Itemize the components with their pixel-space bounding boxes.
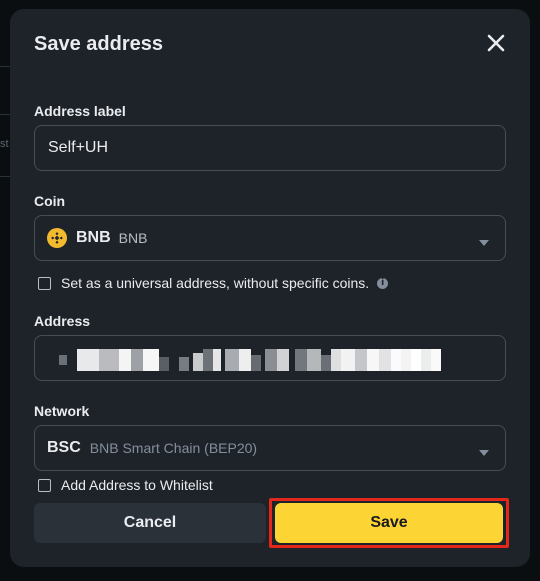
network-code: BSC bbox=[47, 439, 81, 456]
address-label-field[interactable] bbox=[34, 125, 506, 171]
chevron-down-icon bbox=[479, 234, 489, 246]
cancel-button[interactable]: Cancel bbox=[34, 503, 266, 543]
coin-heading: Coin bbox=[34, 193, 66, 209]
universal-address-option[interactable]: Set as a universal address, without spec… bbox=[38, 275, 389, 291]
bnb-coin-icon bbox=[47, 228, 67, 248]
coin-code: BNB bbox=[76, 229, 111, 246]
address-field[interactable] bbox=[34, 335, 506, 381]
whitelist-label: Add Address to Whitelist bbox=[61, 477, 213, 493]
coin-name: BNB bbox=[118, 230, 148, 246]
address-label-heading: Address label bbox=[34, 103, 126, 119]
redacted-address-value bbox=[51, 349, 451, 371]
universal-address-checkbox[interactable] bbox=[38, 276, 51, 290]
background-partial-text: st bbox=[0, 138, 9, 150]
universal-address-label: Set as a universal address, without spec… bbox=[61, 275, 370, 291]
coin-select[interactable]: BNB BNB bbox=[34, 215, 506, 261]
network-heading: Network bbox=[34, 403, 90, 419]
chevron-down-icon bbox=[479, 444, 489, 456]
whitelist-option[interactable]: Add Address to Whitelist bbox=[38, 477, 213, 493]
address-heading: Address bbox=[34, 313, 91, 329]
save-address-dialog: Save address Address label Coin bbox=[10, 9, 530, 567]
network-name: BNB Smart Chain (BEP20) bbox=[89, 440, 258, 456]
save-button[interactable]: Save bbox=[275, 503, 503, 543]
network-select[interactable]: BSC BNB Smart Chain (BEP20) bbox=[34, 425, 506, 471]
whitelist-checkbox[interactable] bbox=[38, 478, 51, 492]
info-icon[interactable]: i bbox=[377, 277, 389, 289]
close-icon[interactable] bbox=[486, 33, 506, 53]
address-label-input[interactable] bbox=[35, 126, 505, 170]
dialog-title: Save address bbox=[34, 33, 163, 55]
